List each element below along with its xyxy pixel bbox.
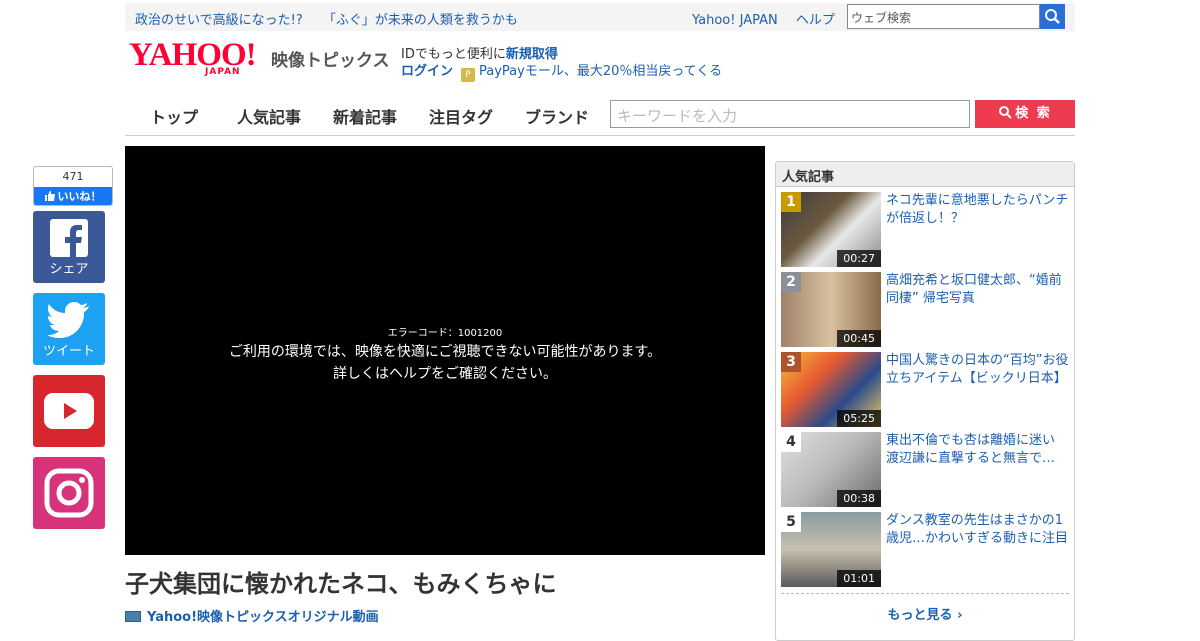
login-link[interactable]: ログイン — [401, 64, 453, 79]
article-title: 子犬集団に懐かれたネコ、もみくちゃに — [125, 570, 557, 598]
ranking-item[interactable]: 4 00:38 東出不倫でも杏は離婚に迷い 渡辺謙に直撃すると無言で… — [781, 432, 1071, 508]
video-source-icon — [125, 611, 141, 622]
yahoo-japan-link[interactable]: Yahoo! JAPAN — [692, 13, 778, 28]
search-icon — [999, 106, 1012, 119]
instagram-icon — [44, 468, 94, 518]
trending-links: 政治のせいで高級になった!? 「ふぐ」が未来の人類を救うかも — [135, 9, 534, 28]
nav-new[interactable]: 新着記事 — [333, 104, 397, 128]
search-icon — [1045, 9, 1060, 24]
trending-link-2[interactable]: 「ふぐ」が未来の人類を救うかも — [323, 13, 518, 28]
panel-header: 人気記事 — [776, 162, 1074, 187]
like-count: 471 — [62, 170, 84, 183]
thumbnail: 2 00:45 — [781, 272, 881, 347]
ranking-item[interactable]: 2 00:45 高畑充希と坂口健太郎、“婚前同棲” 帰宅写真 — [781, 272, 1071, 348]
duration: 00:45 — [837, 330, 881, 347]
twitter-tweet-button[interactable]: ツイート — [33, 293, 105, 365]
thumbnail: 5 01:01 — [781, 512, 881, 587]
instagram-link[interactable] — [33, 457, 105, 529]
source-link[interactable]: Yahoo!映像トピックスオリジナル動画 — [125, 606, 379, 625]
video-player[interactable]: エラーコード：1001200 ご利用の環境では、映像を快適にご視聴できない可能性… — [125, 146, 765, 555]
ranking-item[interactable]: 5 01:01 ダンス教室の先生はまさかの1歳児…かわいすぎる動きに注目 — [781, 512, 1071, 588]
youtube-link[interactable] — [33, 375, 105, 447]
error-message: ご利用の環境では、映像を快適にご視聴できない可能性があります。 詳しくはヘルプを… — [228, 344, 662, 382]
trending-link-1[interactable]: 政治のせいで高級になった!? — [135, 13, 303, 28]
utility-links: Yahoo! JAPAN ヘルプ — [692, 9, 849, 28]
facebook-share-label: シェア — [49, 262, 89, 277]
thumbnail: 3 05:25 — [781, 352, 881, 427]
twitter-tweet-label: ツイート — [42, 344, 95, 359]
error-code: エラーコード：1001200 — [387, 328, 503, 339]
ranking-item[interactable]: 3 05:25 中国人驚きの日本の“百均”お役立ちアイテム【ビックリ日本】 — [781, 352, 1071, 428]
keyword-search-input[interactable]: キーワードを入力 — [610, 100, 970, 128]
thumbnail: 4 00:38 — [781, 432, 881, 507]
ranking-item[interactable]: 1 00:27 ネコ先輩に意地悪したらパンチが倍返し！？ — [781, 192, 1071, 268]
thumbs-up-icon — [44, 191, 55, 201]
youtube-icon — [44, 393, 94, 429]
like-button[interactable]: 471 いいね！ — [33, 166, 113, 206]
rank-number: 1 — [781, 192, 801, 212]
chevron-right-icon: › — [952, 608, 963, 623]
thumbnail: 1 00:27 — [781, 192, 881, 267]
top-utility-bar: 政治のせいで高級になった!? 「ふぐ」が未来の人類を救うかも Yahoo! JA… — [125, 3, 1075, 31]
rank-number: 5 — [781, 512, 801, 532]
nav-brand[interactable]: ブランド — [525, 104, 589, 128]
duration: 00:38 — [837, 490, 881, 507]
ranking-title: ネコ先輩に意地悪したらパンチが倍返し！？ — [886, 193, 1069, 226]
rank-number: 4 — [781, 432, 801, 452]
facebook-share-button[interactable]: シェア — [33, 211, 105, 283]
ranking-title: ダンス教室の先生はまさかの1歳児…かわいすぎる動きに注目 — [886, 513, 1069, 546]
popular-articles-panel: 人気記事 1 00:27 ネコ先輩に意地悪したらパンチが倍返し！？ 2 00:4… — [775, 161, 1075, 641]
yahoo-logo[interactable]: YAHOO! JAPAN — [129, 39, 257, 78]
web-search-input[interactable]: ウェブ検索 — [847, 4, 1040, 29]
login-line: ログイン P PayPayモール、最大20％相当戻ってくる — [401, 60, 722, 82]
rank-number: 2 — [781, 272, 801, 292]
keyword-search-button[interactable]: 検 索 — [975, 100, 1075, 128]
nav-top[interactable]: トップ — [150, 104, 198, 128]
twitter-bird-icon — [47, 302, 89, 338]
see-more-link[interactable]: もっと見る › — [781, 593, 1069, 623]
ranking-title: 東出不倫でも杏は離婚に迷い 渡辺謙に直撃すると無言で… — [886, 433, 1056, 466]
web-search-button[interactable] — [1040, 4, 1065, 29]
nav-popular[interactable]: 人気記事 — [237, 104, 301, 128]
facebook-icon — [50, 219, 88, 257]
main-nav: トップ 人気記事 新着記事 注目タグ ブランド キーワードを入力 検 索 — [125, 98, 1075, 136]
duration: 00:27 — [837, 250, 881, 267]
duration: 05:25 — [837, 410, 881, 427]
paypay-icon: P — [461, 68, 476, 82]
service-name[interactable]: 映像トピックス — [271, 46, 390, 71]
rank-number: 3 — [781, 352, 801, 372]
ranking-title: 高畑充希と坂口健太郎、“婚前同棲” 帰宅写真 — [886, 273, 1062, 306]
duration: 01:01 — [837, 570, 881, 587]
paypay-promo-link[interactable]: PayPayモール、最大20％相当戻ってくる — [479, 64, 722, 79]
ranking-title: 中国人驚きの日本の“百均”お役立ちアイテム【ビックリ日本】 — [886, 353, 1069, 386]
nav-tags[interactable]: 注目タグ — [429, 104, 493, 128]
help-link[interactable]: ヘルプ — [796, 13, 835, 28]
like-label: いいね！ — [34, 187, 112, 205]
